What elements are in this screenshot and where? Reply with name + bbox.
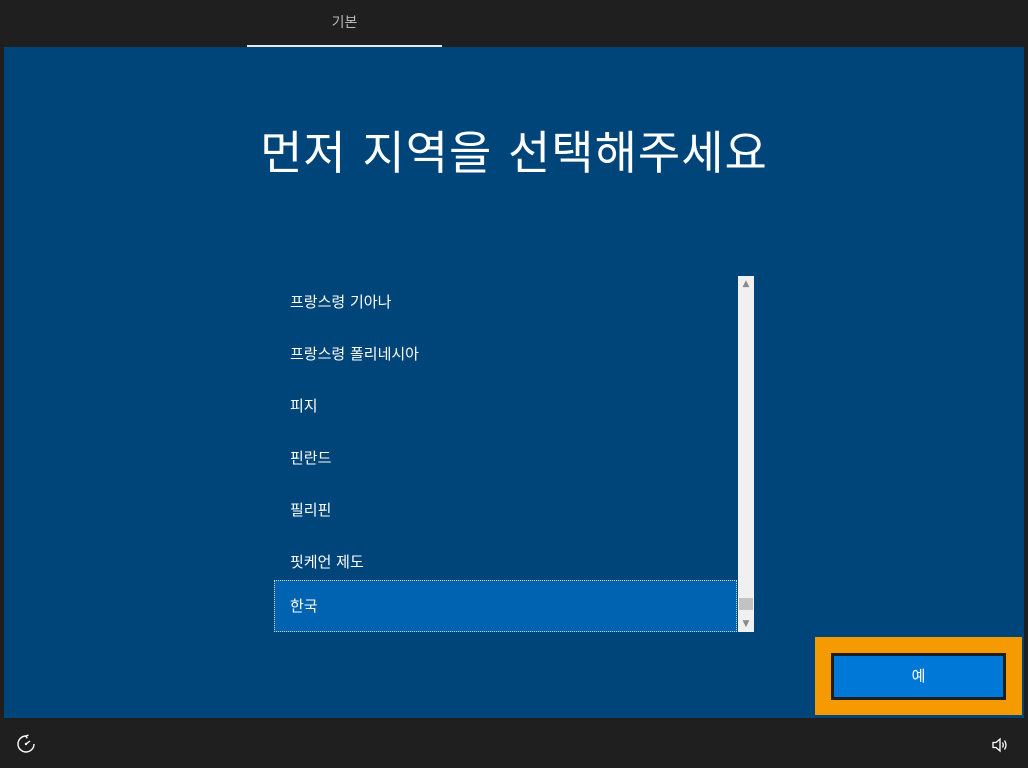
list-item[interactable]: 프랑스령 폴리네시아 <box>274 328 737 380</box>
top-bar: 기본 <box>0 0 1028 48</box>
yes-button[interactable]: 예 <box>831 653 1006 700</box>
list-item[interactable]: 피지 <box>274 380 737 432</box>
page-title: 먼저 지역을 선택해주세요 <box>260 126 768 180</box>
setup-panel: 먼저 지역을 선택해주세요 프랑스령 기아나 프랑스령 폴리네시아 피지 핀란드… <box>4 47 1024 718</box>
ease-of-access-icon[interactable] <box>16 734 36 754</box>
list-item[interactable]: 필리핀 <box>274 484 737 536</box>
scroll-thumb[interactable] <box>739 598 753 610</box>
list-scrollbar[interactable]: ▲ ▼ <box>738 276 754 632</box>
volume-icon[interactable] <box>991 736 1009 754</box>
region-list[interactable]: 프랑스령 기아나 프랑스령 폴리네시아 피지 핀란드 필리핀 핏케언 제도 한국 <box>274 276 754 632</box>
scroll-down-icon[interactable]: ▼ <box>738 616 754 632</box>
scroll-up-icon[interactable]: ▲ <box>738 276 754 292</box>
list-item[interactable]: 핀란드 <box>274 432 737 484</box>
list-item[interactable]: 프랑스령 기아나 <box>274 276 737 328</box>
tab-basics: 기본 <box>331 15 358 31</box>
bottom-bar <box>0 718 1028 768</box>
list-item-selected[interactable]: 한국 <box>274 580 737 632</box>
